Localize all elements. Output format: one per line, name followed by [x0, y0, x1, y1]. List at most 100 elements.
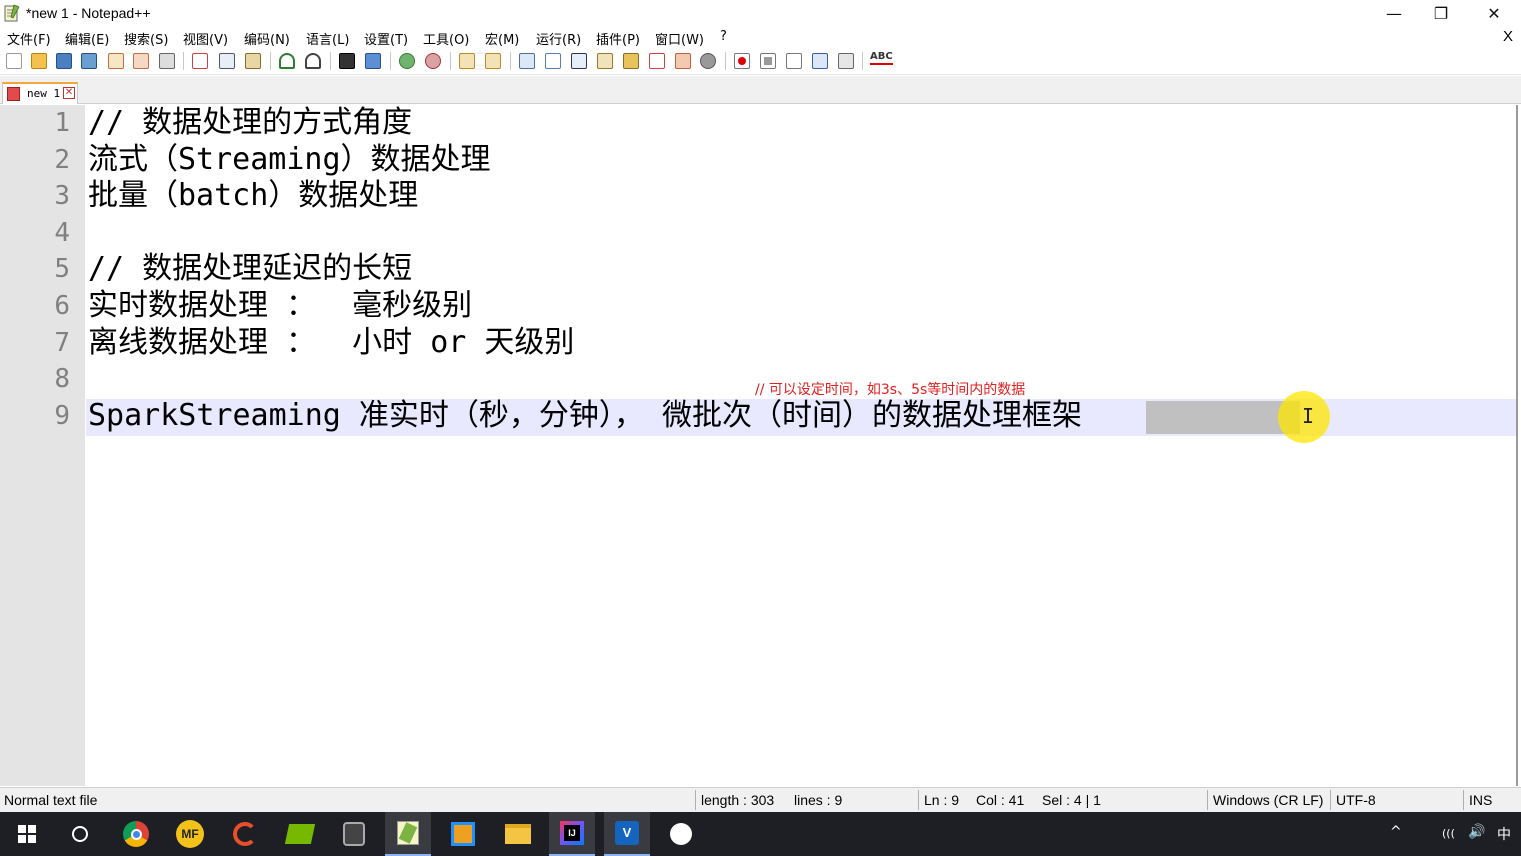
line-text: 流式（Streaming）数据处理: [88, 141, 491, 177]
toolbar-separator: [330, 52, 331, 70]
editor-line[interactable]: 实时数据处理 ： 毫秒级别: [86, 288, 1516, 325]
file-explorer-icon[interactable]: [495, 812, 541, 856]
monitoring-icon[interactable]: [675, 53, 691, 69]
line-number-gutter[interactable]: 1 2 3 4 5 6 7 8 9: [0, 105, 85, 786]
chrome-icon[interactable]: [113, 812, 159, 856]
text-content[interactable]: // 数据处理的方式角度 流式（Streaming）数据处理 批量（batch）…: [86, 105, 1516, 786]
menu-language[interactable]: 语言(L): [306, 29, 349, 48]
undo-icon[interactable]: [279, 53, 295, 69]
line-number: 9: [54, 400, 70, 431]
editor-line[interactable]: 流式（Streaming）数据处理: [86, 142, 1516, 179]
menu-bar: 文件(F) 编辑(E) 搜索(S) 视图(V) 编码(N) 语言(L) 设置(T…: [0, 27, 1521, 48]
editor-right-edge: [1516, 105, 1518, 786]
menu-tools[interactable]: 工具(O): [423, 29, 469, 48]
replace-icon[interactable]: [365, 53, 381, 69]
minimize-button[interactable]: —: [1368, 0, 1420, 27]
tab-new-1[interactable]: new 1 ✕: [2, 82, 78, 104]
menu-window[interactable]: 窗口(W): [655, 29, 704, 48]
doc-map-icon[interactable]: [597, 53, 613, 69]
vm-app-icon[interactable]: V: [604, 812, 650, 856]
paste-icon[interactable]: [245, 53, 261, 69]
print-icon[interactable]: [159, 53, 175, 69]
media-app-icon[interactable]: [331, 812, 377, 856]
line-number: 8: [54, 364, 70, 395]
menu-view[interactable]: 视图(V): [183, 29, 228, 48]
close-all-icon[interactable]: [133, 53, 149, 69]
unsaved-file-icon: [7, 87, 20, 101]
close-icon[interactable]: [108, 53, 124, 69]
menu-file[interactable]: 文件(F): [7, 29, 51, 48]
status-bar: Normal text file length : 303 lines : 9 …: [0, 787, 1521, 812]
virtual-desktop-icon[interactable]: [440, 812, 486, 856]
new-file-icon[interactable]: [6, 53, 22, 69]
editor-line[interactable]: [86, 215, 1516, 252]
sync-horizontal-icon[interactable]: [485, 53, 501, 69]
function-list-icon[interactable]: [623, 53, 639, 69]
run-macro-multiple-icon[interactable]: [812, 53, 828, 69]
close-document-button[interactable]: X: [1503, 28, 1513, 45]
save-macro-icon[interactable]: [838, 53, 854, 69]
volume-icon[interactable]: 🔊: [1468, 824, 1485, 840]
save-icon[interactable]: [56, 53, 72, 69]
mf-app-icon[interactable]: MF: [167, 812, 213, 856]
menu-macro[interactable]: 宏(M): [485, 29, 519, 48]
editor-line[interactable]: // 数据处理延迟的长短: [86, 251, 1516, 288]
line-number: 3: [54, 181, 70, 212]
zoom-out-icon[interactable]: [425, 53, 441, 69]
status-separator: [1330, 790, 1331, 810]
menu-run[interactable]: 运行(R): [536, 29, 581, 48]
indent-guide-icon[interactable]: [571, 53, 587, 69]
line-text: SparkStreaming 准实时（秒，分钟）， 微批次（时间）的数据处理框架: [88, 397, 1082, 433]
line-text: 批量（batch）数据处理: [88, 178, 419, 214]
line-number: 1: [54, 108, 70, 138]
menu-plugins[interactable]: 插件(P): [596, 29, 640, 48]
search-circle-icon[interactable]: [57, 812, 103, 856]
save-all-icon[interactable]: [81, 53, 97, 69]
tab-close-icon[interactable]: ✕: [63, 87, 75, 99]
start-icon[interactable]: [4, 812, 50, 856]
folder-workspace-icon[interactable]: [649, 53, 665, 69]
word-wrap-icon[interactable]: [519, 53, 535, 69]
open-file-icon[interactable]: [31, 53, 47, 69]
intellij-icon[interactable]: IJ: [549, 812, 595, 856]
menu-settings[interactable]: 设置(T): [364, 29, 408, 48]
menu-help[interactable]: ?: [720, 29, 727, 44]
network-icon[interactable]: (((: [1442, 827, 1455, 840]
status-eol[interactable]: Windows (CR LF): [1209, 788, 1323, 812]
status-separator: [918, 790, 919, 810]
play-macro-icon[interactable]: [786, 53, 802, 69]
editor-area[interactable]: 1 2 3 4 5 6 7 8 9 // 数据处理的方式角度 流式（Stream…: [0, 105, 1521, 786]
tray-chevron-icon[interactable]: ^: [1390, 824, 1402, 840]
notepadpp-icon[interactable]: [385, 812, 431, 856]
editor-line[interactable]: 批量（batch）数据处理: [86, 178, 1516, 215]
annotation-note: // 可以设定时间，如3s、5s等时间内的数据: [755, 382, 1026, 398]
sync-vertical-icon[interactable]: [459, 53, 475, 69]
maximize-button[interactable]: ❐: [1415, 0, 1467, 27]
close-button[interactable]: ✕: [1468, 0, 1520, 27]
stop-record-icon[interactable]: [760, 53, 776, 69]
spellcheck-icon[interactable]: ABC: [870, 51, 893, 65]
copy-icon[interactable]: [219, 53, 235, 69]
status-separator: [1463, 790, 1464, 810]
smiley-app-icon[interactable]: [658, 812, 704, 856]
menu-edit[interactable]: 编辑(E): [65, 29, 109, 48]
show-all-chars-icon[interactable]: [545, 53, 561, 69]
cut-icon[interactable]: [192, 53, 208, 69]
menu-search[interactable]: 搜索(S): [124, 29, 168, 48]
status-line-number: Ln : 9: [924, 792, 960, 808]
redo-icon[interactable]: [305, 53, 321, 69]
menu-encoding[interactable]: 编码(N): [244, 29, 290, 48]
status-encoding[interactable]: UTF-8: [1332, 788, 1376, 812]
toolbar: ABC: [0, 47, 1521, 75]
editor-line[interactable]: // 数据处理的方式角度: [86, 105, 1516, 142]
snail-app-icon[interactable]: [222, 812, 268, 856]
editor-line[interactable]: 离线数据处理 ： 小时 or 天级别: [86, 325, 1516, 362]
mf-label: MF: [176, 820, 204, 848]
record-macro-icon[interactable]: [734, 53, 750, 69]
zoom-in-icon[interactable]: [399, 53, 415, 69]
ime-indicator[interactable]: 中: [1497, 824, 1511, 844]
find-icon[interactable]: [339, 53, 355, 69]
eye-icon[interactable]: [700, 53, 716, 69]
status-insert-mode[interactable]: INS: [1465, 788, 1492, 812]
nvidia-icon[interactable]: [277, 812, 323, 856]
